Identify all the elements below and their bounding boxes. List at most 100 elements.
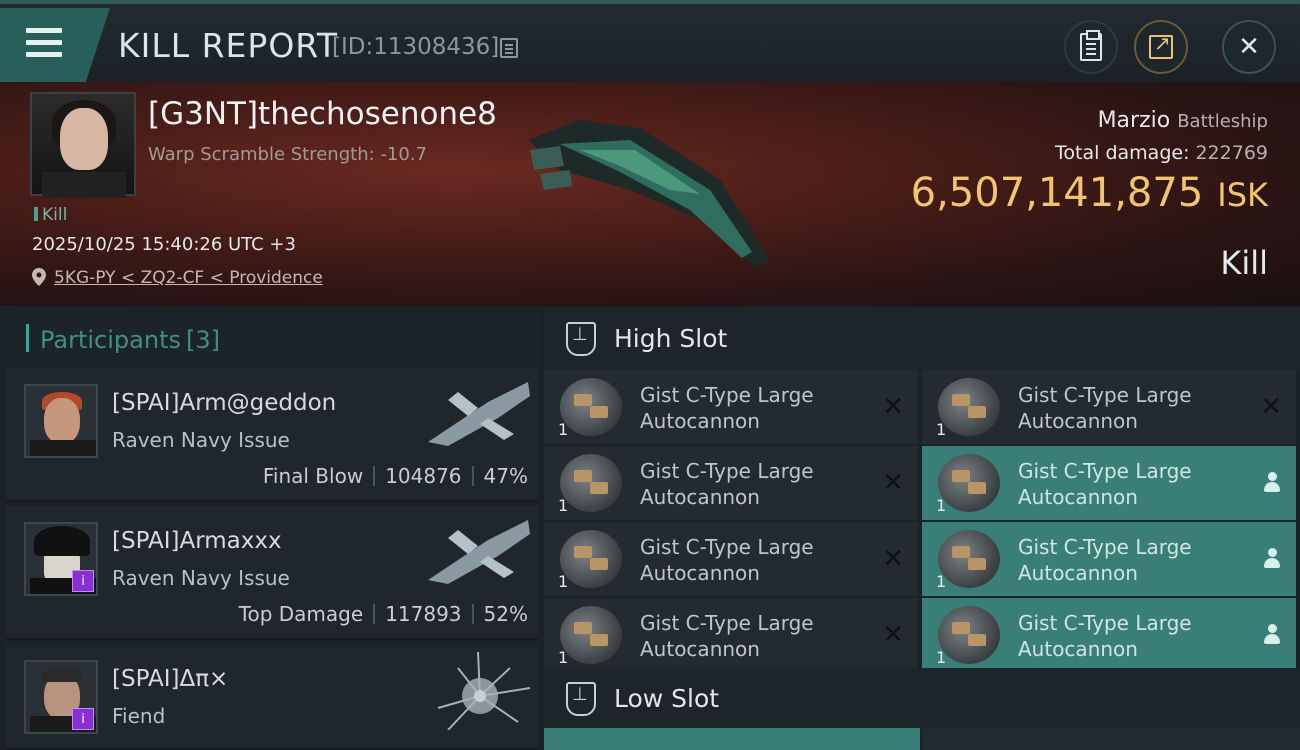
participant-stats: Final Blow 104876 47% [263,464,528,488]
report-id: [ID:11308436] [332,34,500,60]
destroyed-x-icon: ✕ [882,392,904,422]
info-badge-icon: i [72,708,94,730]
high-slot-title: High Slot [614,324,728,353]
info-badge-icon: i [72,570,94,592]
module-slot[interactable]: 1 Gist C-Type Large Autocannon ✕ [544,370,918,444]
kill-report-window: KILL REPORT [ID:11308436] ✕ [G3NT]thecho… [0,0,1300,750]
participants-title: Participants [40,326,181,354]
participant-ship: Fiend [112,704,166,728]
autocannon-icon [560,378,622,436]
total-damage-value: 222769 [1195,142,1268,164]
header-bar: KILL REPORT [ID:11308436] ✕ [0,0,1300,82]
menu-button[interactable] [0,8,110,82]
module-slot[interactable]: 1 Gist C-Type Large Autocannon [922,522,1296,596]
destroyed-x-icon: ✕ [1260,392,1282,422]
participant-ship: Raven Navy Issue [112,428,290,452]
total-damage: Total damage: 222769 [1055,142,1268,164]
module-name: Gist C-Type Large Autocannon [1018,459,1192,509]
participant-row[interactable]: i [SPAI]Δπ× Fiend [6,644,538,750]
module-slot[interactable]: 1 Gist C-Type Large Autocannon [922,446,1296,520]
module-slot[interactable]: 1 Gist C-Type Large Autocannon ✕ [922,370,1296,444]
person-icon [1264,624,1280,644]
module-name: Gist C-Type Large Autocannon [640,611,814,661]
location-pin-icon [32,268,46,286]
avatar: i [24,522,98,596]
participant-ship-image [428,382,530,446]
participants-count: [3] [186,326,220,354]
victim-ship-image [528,120,770,268]
page-title: KILL REPORT [118,26,338,65]
module-name: Gist C-Type Large Autocannon [1018,535,1192,585]
module-name: Gist C-Type Large Autocannon [1018,383,1192,433]
module-name: Gist C-Type Large Autocannon [640,535,814,585]
module-quantity: 1 [936,496,947,515]
autocannon-icon [560,454,622,512]
isk-unit: ISK [1217,176,1268,214]
clipboard-icon [1080,30,1102,61]
module-quantity: 1 [936,572,947,591]
participant-percent: 52% [483,602,528,626]
module-quantity: 1 [558,572,569,591]
avatar: i [24,660,98,734]
module-quantity: 1 [558,420,569,439]
isk-amount: 6,507,141,875 [910,170,1204,216]
victim-ship: Marzio Battleship [1098,108,1268,133]
module-slot[interactable] [922,728,1300,750]
participant-row[interactable]: i [SPAI]Armaxxx Raven Navy Issue Top Dam… [6,506,538,640]
participant-ship-image [428,520,530,584]
isk-value: 6,507,141,875 ISK [911,170,1268,216]
module-slot[interactable]: 1 Gist C-Type Large Autocannon ✕ [544,522,918,596]
participant-row[interactable]: [SPAI]Arm@geddon Raven Navy Issue Final … [6,368,538,502]
module-quantity: 1 [936,420,947,439]
autocannon-icon [560,530,622,588]
autocannon-icon [938,454,1000,512]
hamburger-icon [26,28,62,58]
avatar [24,384,98,458]
result-tag: Kill [34,205,67,225]
low-slot-title: Low Slot [614,684,720,713]
close-button[interactable]: ✕ [1222,20,1276,74]
participant-role: Top Damage [238,602,364,626]
module-slot[interactable]: 1 Gist C-Type Large Autocannon ✕ [544,598,918,672]
module-name: Gist C-Type Large Autocannon [640,383,814,433]
destroyed-x-icon: ✕ [882,468,904,498]
participants-header: Participants [3] [0,306,540,368]
participant-name: [SPAI]Arm@geddon [112,390,337,416]
participant-name: [SPAI]Δπ× [112,666,229,692]
participant-ship: Raven Navy Issue [112,566,290,590]
participant-role: Final Blow [262,464,364,488]
location-link[interactable]: 5KG-PY < ZQ2-CF < Providence [54,268,323,288]
copy-icon[interactable] [500,38,518,58]
destroyed-x-icon: ✕ [882,620,904,650]
slot-icon [566,682,596,716]
participant-name: [SPAI]Armaxxx [112,528,282,554]
module-slot[interactable]: 1 Gist C-Type Large Autocannon [922,598,1296,672]
victim-name[interactable]: [G3NT]thechosenone8 [148,96,497,132]
autocannon-icon [938,378,1000,436]
result-label: Kill [1220,244,1268,282]
high-slot-header: High Slot [544,308,1300,370]
clipboard-button[interactable] [1064,20,1118,74]
person-icon [1264,548,1280,568]
module-quantity: 1 [558,496,569,515]
module-slot[interactable]: 1 Gist C-Type Large Autocannon ✕ [544,446,918,520]
autocannon-icon [938,530,1000,588]
participant-damage: 117893 [385,602,462,626]
slot-icon [566,322,596,356]
victim-avatar[interactable] [30,92,136,198]
person-icon [1264,472,1280,492]
victim-ship-class: Battleship [1177,111,1268,132]
autocannon-icon [560,606,622,664]
low-slot-header: Low Slot [544,668,1300,730]
destroyed-x-icon: ✕ [882,544,904,574]
module-quantity: 1 [936,648,947,667]
autocannon-icon [938,606,1000,664]
participant-percent: 47% [483,464,528,488]
share-button[interactable] [1134,20,1188,74]
victim-ship-name[interactable]: Marzio [1098,108,1171,133]
kill-timestamp: 2025/10/25 15:40:26 UTC +3 [32,234,296,255]
module-name: Gist C-Type Large Autocannon [1018,611,1192,661]
total-damage-label: Total damage: [1055,142,1190,164]
share-icon [1149,31,1173,59]
module-slot[interactable] [544,728,920,750]
